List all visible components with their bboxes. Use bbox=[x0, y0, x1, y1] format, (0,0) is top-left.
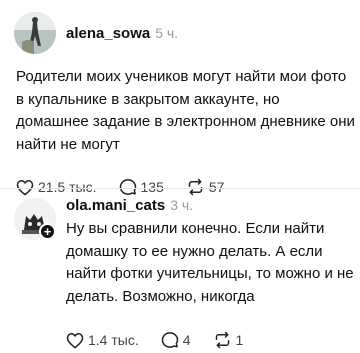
repost-button[interactable]: 57 bbox=[186, 178, 225, 196]
reply-time: 3 ч. bbox=[170, 197, 194, 213]
post-actions: 21.5 тыс. 135 57 bbox=[16, 178, 246, 196]
avatar-photo bbox=[14, 12, 56, 54]
post-username[interactable]: alena_sowa bbox=[66, 25, 150, 42]
divider bbox=[0, 188, 360, 189]
reply-repost-count: 1 bbox=[235, 332, 244, 348]
reply-count: 135 bbox=[140, 179, 164, 195]
reply-repost-button[interactable]: 1 bbox=[213, 331, 244, 349]
repost-icon bbox=[215, 331, 229, 349]
avatar[interactable] bbox=[14, 12, 56, 54]
like-count: 21.5 тыс. bbox=[38, 179, 97, 195]
repost-count: 57 bbox=[208, 179, 225, 195]
reply-text: Ну вы сравнили конечно. Если найти домаш… bbox=[66, 220, 354, 305]
follow-button[interactable]: + bbox=[39, 223, 56, 240]
like-button[interactable]: 21.5 тыс. bbox=[16, 179, 97, 196]
reply-like-count: 1.4 тыс. bbox=[88, 332, 139, 348]
reply-like-button[interactable]: 1.4 тыс. bbox=[66, 332, 139, 349]
reply-author-row: ola.mani_cats 3 ч. bbox=[66, 197, 193, 214]
repost-icon bbox=[188, 178, 203, 196]
post-text: Родители моих учеников могут найти мои ф… bbox=[16, 68, 355, 153]
heart-icon bbox=[16, 179, 34, 195]
reply-button[interactable]: 135 bbox=[119, 178, 164, 196]
comment-icon bbox=[119, 179, 136, 195]
reply-comment-button[interactable]: 4 bbox=[161, 331, 191, 349]
post-time: 5 ч. bbox=[155, 25, 179, 41]
post-author-row: alena_sowa 5 ч. bbox=[66, 25, 178, 42]
heart-icon bbox=[66, 332, 84, 348]
reply-actions: 1.4 тыс. 4 1 bbox=[66, 331, 265, 349]
reply-comment-count: 4 bbox=[182, 332, 191, 348]
comment-icon bbox=[161, 332, 178, 348]
reply-username[interactable]: ola.mani_cats bbox=[66, 197, 165, 214]
